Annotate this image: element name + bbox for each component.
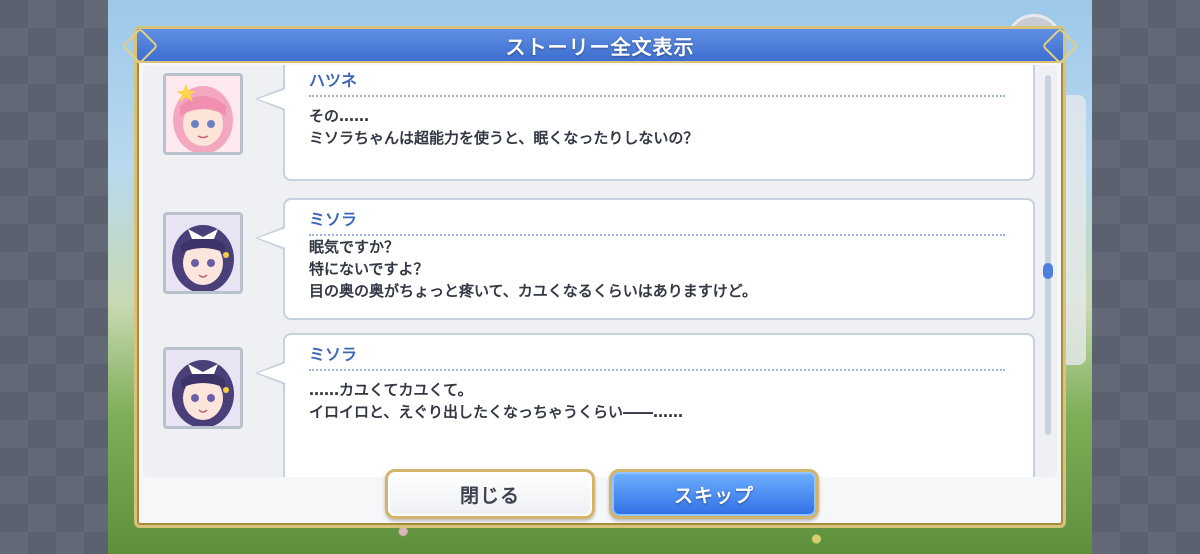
pink-hair-girl-portrait-icon [163, 73, 243, 155]
speaker-name: ハツネ [309, 67, 1005, 97]
dialogue-line: その…… [309, 107, 370, 125]
speaker-name: ミソラ [309, 206, 1005, 236]
scrollbar-track[interactable] [1043, 75, 1053, 435]
dialog-header: ストーリー全文表示 [137, 29, 1063, 63]
dialogue-line: ミソラちゃんは超能力を使うと、眠くなったりしないの？ [309, 129, 699, 147]
dialogue-text: その…… ミソラちゃんは超能力を使うと、眠くなったりしないの？ [309, 105, 1009, 149]
dialogue-text: 眠気ですか？ 特にないですよ？ 目の奥の奥がちょっと疼いて、カユくなるくらいはあ… [309, 236, 1009, 302]
skip-button-label: スキップ [673, 484, 754, 507]
purple-hair-girl-portrait-icon [163, 347, 243, 429]
scrollbar-thumb[interactable] [1043, 263, 1053, 279]
dialogue-bubble: ミソラ 眠気ですか？ 特にないですよ？ 目の奥の奥がちょっと疼いて、カユくなるく… [255, 198, 1035, 320]
dialogue-line: 目の奥の奥がちょっと疼いて、カユくなるくらいはありますけど。 [309, 282, 758, 300]
dialogue-bubble: ハツネ その…… ミソラちゃんは超能力を使うと、眠くなったりしないの？ [255, 65, 1035, 181]
story-log-scroll-area[interactable]: ハツネ その…… ミソラちゃんは超能力を使うと、眠くなったりしないの？ ミソラ … [143, 65, 1057, 477]
speaker-name: ミソラ [309, 341, 1005, 371]
left-side-pattern [0, 0, 108, 554]
right-side-pattern [1092, 0, 1200, 554]
story-log-dialog: ストーリー全文表示 ハツネ その…… ミソラちゃんは超能力を使うと、眠くなったり… [134, 26, 1066, 528]
purple-hair-girl-portrait-icon [163, 212, 243, 294]
close-button[interactable]: 閉じる [385, 469, 595, 519]
dialogue-line: 特にないですよ？ [309, 260, 429, 278]
close-button-label: 閉じる [459, 484, 520, 507]
skip-button[interactable]: スキップ [609, 469, 819, 519]
dialogue-line: ……カユくてカユくて。 [309, 381, 473, 399]
dialog-title: ストーリー全文表示 [505, 34, 695, 59]
dialogue-bubble: ミソラ ……カユくてカユくて。 イロイロと、えぐり出したくなっちゃうくらい――…… [255, 333, 1035, 477]
dialogue-text: ……カユくてカユくて。 イロイロと、えぐり出したくなっちゃうくらい――…… [309, 379, 1009, 423]
dialogue-line: イロイロと、えぐり出したくなっちゃうくらい――…… [309, 403, 683, 421]
dialogue-line: 眠気ですか？ [309, 238, 400, 256]
